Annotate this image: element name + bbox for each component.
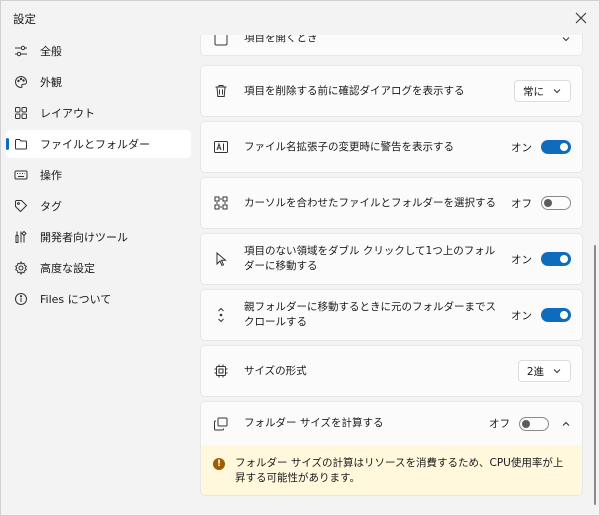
setting-label: 項目を削除する前に確認ダイアログを表示する: [244, 84, 465, 97]
sidebar-item-label: タグ: [40, 200, 62, 213]
settings-window: 設定 全般 外観 レイアウト ファイルとフォルダー 操作 タグ 開発者向けツール…: [0, 0, 600, 516]
setting-confirm-delete: 項目を削除する前に確認ダイアログを表示する 常に: [200, 65, 583, 117]
cog-icon: [14, 261, 28, 275]
scroll-vertical-icon: [212, 306, 230, 324]
trash-icon: [212, 82, 230, 100]
settings-content: 項目を開くとき 項目を削除する前に確認ダイアログを表示する 常に ファイル名拡張…: [197, 35, 600, 516]
setting-calc-folder-size: フォルダー サイズを計算する オフ: [200, 401, 583, 446]
double-click-up-toggle[interactable]: [541, 252, 571, 266]
size-format-dropdown[interactable]: 2進: [517, 360, 571, 382]
warning-text: フォルダー サイズの計算はリソースを消費するため、CPU使用率が上昇する可能性が…: [235, 457, 564, 484]
sidebar-item-dev-tools[interactable]: 開発者向けツール: [6, 223, 191, 251]
chevron-down-icon[interactable]: [561, 35, 571, 44]
select-hover-toggle[interactable]: [541, 196, 571, 210]
toggle-state-label: オン: [511, 309, 532, 322]
setting-size-format: サイズの形式 2進: [200, 345, 583, 397]
open-item-icon: [212, 35, 230, 48]
chevron-up-icon[interactable]: [561, 419, 571, 429]
close-icon: [575, 12, 587, 24]
chevron-down-icon: [552, 86, 562, 96]
setting-label: フォルダー サイズを計算する: [244, 417, 384, 429]
close-button[interactable]: [571, 8, 591, 28]
grid-icon: [14, 106, 28, 120]
keyboard-icon: [14, 168, 28, 182]
setting-label: カーソルを合わせたファイルとフォルダーを選択する: [244, 196, 496, 209]
folder-icon: [14, 137, 28, 151]
warning-infobar: ! フォルダー サイズの計算はリソースを消費するため、CPU使用率が上昇する可能…: [200, 445, 583, 496]
chip-icon: [212, 362, 230, 380]
sidebar-item-label: 開発者向けツール: [40, 231, 128, 244]
toggle-state-label: オン: [511, 141, 532, 154]
sidebar-item-label: 操作: [40, 169, 62, 182]
warning-icon: !: [213, 458, 225, 470]
scroll-to-prev-toggle[interactable]: [541, 308, 571, 322]
sidebar-item-general[interactable]: 全般: [6, 37, 191, 65]
sidebar-item-label: 外観: [40, 76, 62, 89]
toggle-state-label: オン: [511, 253, 532, 266]
sidebar-item-label: レイアウト: [40, 107, 95, 120]
setting-select-hover: カーソルを合わせたファイルとフォルダーを選択する オフ: [200, 177, 583, 229]
tag-icon: [14, 199, 28, 213]
sidebar-item-tags[interactable]: タグ: [6, 192, 191, 220]
info-icon: [14, 292, 28, 306]
setting-label: 項目のない領域をダブル クリックして1つ上のフォルダーに移動する: [244, 245, 496, 272]
setting-scroll-to-prev: 親フォルダーに移動するときに元のフォルダーまでスクロールする オン: [200, 289, 583, 341]
toggle-state-label: オフ: [489, 418, 510, 430]
sliders-icon: [14, 44, 28, 58]
sidebar-item-label: ファイルとフォルダー: [40, 138, 150, 151]
content-scrollbar[interactable]: [594, 245, 596, 505]
dropdown-value: 2進: [526, 365, 544, 378]
setting-double-click-up: 項目のない領域をダブル クリックして1つ上のフォルダーに移動する オン: [200, 233, 583, 285]
copy-folders-icon: [212, 415, 230, 433]
sidebar-item-label: Files について: [40, 293, 112, 306]
palette-icon: [14, 75, 28, 89]
rename-icon: [212, 138, 230, 156]
sidebar-item-actions[interactable]: 操作: [6, 161, 191, 189]
setting-label: 項目を開くとき: [244, 35, 318, 44]
extension-warning-toggle[interactable]: [541, 140, 571, 154]
selection-grid-icon: [212, 194, 230, 212]
setting-extension-warning: ファイル名拡張子の変更時に警告を表示する オン: [200, 121, 583, 173]
sidebar: 全般 外観 レイアウト ファイルとフォルダー 操作 タグ 開発者向けツール 高度…: [1, 37, 197, 316]
setting-open-items[interactable]: 項目を開くとき: [200, 35, 583, 56]
window-title: 設定: [13, 12, 36, 26]
sidebar-item-appearance[interactable]: 外観: [6, 68, 191, 96]
toggle-state-label: オフ: [511, 197, 532, 210]
sidebar-item-files-folders[interactable]: ファイルとフォルダー: [6, 130, 191, 158]
cursor-icon: [212, 250, 230, 268]
title-bar: 設定: [1, 1, 600, 35]
confirm-delete-dropdown[interactable]: 常に: [514, 80, 571, 102]
dropdown-value: 常に: [523, 85, 544, 98]
sidebar-item-label: 全般: [40, 45, 62, 58]
sidebar-item-label: 高度な設定: [40, 262, 95, 275]
sidebar-item-advanced[interactable]: 高度な設定: [6, 254, 191, 282]
setting-label: ファイル名拡張子の変更時に警告を表示する: [244, 140, 454, 153]
setting-label: 親フォルダーに移動するときに元のフォルダーまでスクロールする: [244, 301, 496, 328]
calc-folder-size-toggle[interactable]: [519, 416, 549, 431]
setting-label: サイズの形式: [244, 364, 307, 377]
chevron-down-icon: [552, 366, 562, 376]
toolbox-icon: [14, 230, 28, 244]
sidebar-item-layout[interactable]: レイアウト: [6, 99, 191, 127]
sidebar-item-about[interactable]: Files について: [6, 285, 191, 313]
